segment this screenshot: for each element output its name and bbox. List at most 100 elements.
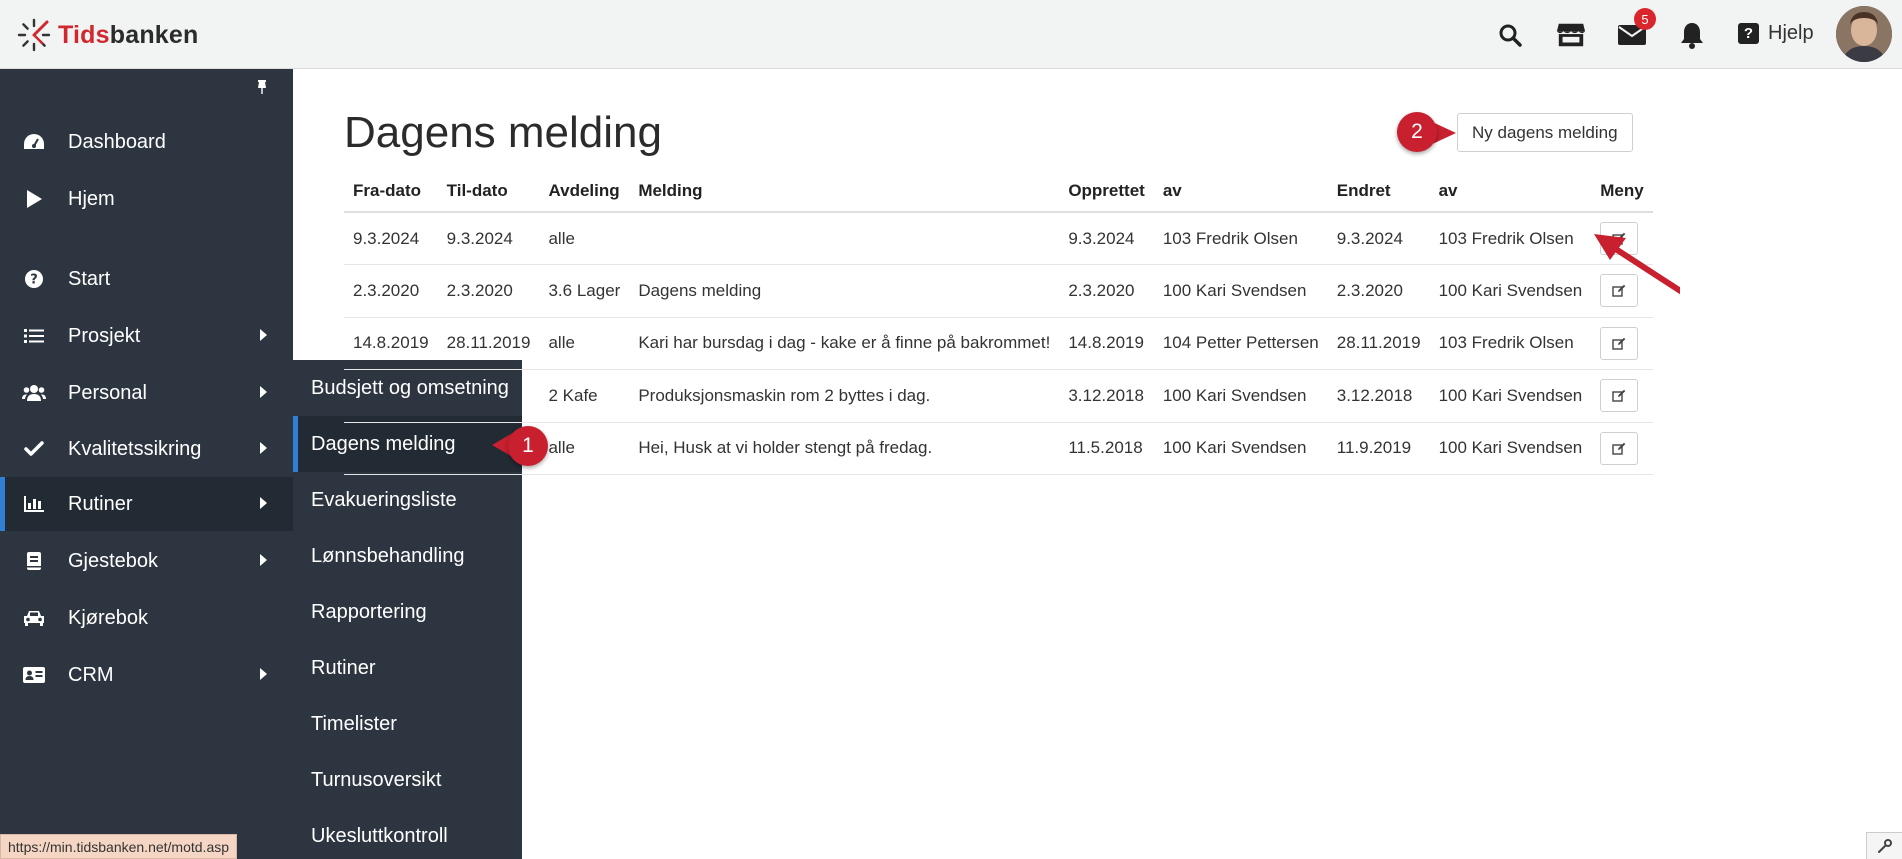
submenu-item-turnusoversikt[interactable]: Turnusoversikt xyxy=(293,752,522,808)
cell-melding: Hei, Husk at vi holder stengt på fredag. xyxy=(629,422,1060,475)
cell-meny xyxy=(1591,369,1653,423)
cell-fra-dato: 14.8.2019 xyxy=(344,317,438,370)
red-arrow-annotation xyxy=(1594,234,1680,295)
edit-icon xyxy=(1612,337,1626,350)
edit-button[interactable] xyxy=(1600,431,1639,465)
cell-endret: 11.9.2019 xyxy=(1327,422,1430,475)
new-message-button[interactable]: Ny dagens melding xyxy=(1457,113,1633,152)
cell-opprettet: 2.3.2020 xyxy=(1059,264,1154,318)
cell-avdeling: alle xyxy=(539,212,630,265)
sidebar-item-kjorebok[interactable]: Kjørebok xyxy=(0,591,293,645)
svg-text:?: ? xyxy=(30,273,38,288)
sidebar-item-crm[interactable]: CRM xyxy=(0,648,293,702)
cell-meny xyxy=(1591,317,1653,370)
store-icon[interactable] xyxy=(1556,20,1586,50)
cell-endret: 3.12.2018 xyxy=(1327,369,1430,423)
edit-icon xyxy=(1612,390,1626,402)
submenu-item-ukesluttkontroll[interactable]: Ukesluttkontroll xyxy=(293,808,522,859)
sidebar-item-rutiner[interactable]: Rutiner xyxy=(0,477,293,531)
chevron-right-icon xyxy=(260,442,267,454)
status-url: https://min.tidsbanken.net/motd.asp xyxy=(0,834,238,859)
column-header[interactable]: Til-dato xyxy=(437,170,540,213)
submenu-item-lonnsbehandling[interactable]: Lønnsbehandling xyxy=(293,528,522,584)
submenu-item-rapportering[interactable]: Rapportering xyxy=(293,584,522,640)
column-header[interactable]: av xyxy=(1429,170,1592,213)
column-header[interactable]: Opprettet xyxy=(1059,170,1154,213)
submenu-item-evakueringsliste[interactable]: Evakueringsliste xyxy=(293,472,522,528)
cell-til-dato: 28.11.2019 xyxy=(437,317,540,370)
cell-avdeling: alle xyxy=(539,317,630,370)
table-header-row: Fra-dato Til-dato Avdeling Melding Oppre… xyxy=(344,170,1653,213)
bell-icon[interactable] xyxy=(1677,20,1707,50)
column-header[interactable]: Melding xyxy=(629,170,1060,213)
cell-endret-av: 103 Fredrik Olsen xyxy=(1429,317,1592,370)
cell-opprettet: 9.3.2024 xyxy=(1059,212,1154,265)
edit-button[interactable] xyxy=(1600,326,1639,360)
sidebar-item-label: Prosjekt xyxy=(68,324,141,347)
column-header[interactable]: Fra-dato xyxy=(344,170,438,213)
help-label: Hjelp xyxy=(1768,22,1814,44)
submenu-item-timelister[interactable]: Timelister xyxy=(293,696,522,752)
bar-chart-icon xyxy=(22,496,46,512)
cell-fra-dato: 9.3.2024 xyxy=(344,212,438,265)
pin-icon[interactable] xyxy=(255,79,269,100)
users-icon xyxy=(22,384,46,402)
sidebar-item-hjem[interactable]: Hjem xyxy=(0,172,293,226)
callout-badge-1: 1 xyxy=(508,426,548,466)
sidebar-item-personal[interactable]: Personal xyxy=(0,366,293,420)
mail-icon[interactable]: 5 xyxy=(1617,8,1656,50)
sidebar-item-label: CRM xyxy=(68,663,114,686)
cell-til-dato: 9.3.2024 xyxy=(437,212,540,265)
dashboard-icon xyxy=(22,133,46,151)
chevron-right-icon xyxy=(260,329,267,341)
column-header: Meny xyxy=(1591,170,1653,213)
sidebar-item-gjestebok[interactable]: Gjestebok xyxy=(0,534,293,588)
sidebar-item-label: Rutiner xyxy=(68,492,133,515)
sidebar-item-dashboard[interactable]: Dashboard xyxy=(0,115,293,169)
sidebar-item-label: Hjem xyxy=(68,187,115,210)
cell-opprettet-av: 100 Kari Svendsen xyxy=(1153,422,1328,475)
question-circle-icon: ? xyxy=(22,269,46,289)
top-header: Tidsbanken 5 ? Hjelp xyxy=(0,0,1902,69)
id-card-icon xyxy=(22,667,46,683)
submenu-item-rutiner[interactable]: Rutiner xyxy=(293,640,522,696)
cell-endret-av: 103 Fredrik Olsen xyxy=(1429,212,1592,265)
cell-endret: 2.3.2020 xyxy=(1327,264,1430,318)
help-link[interactable]: ? Hjelp xyxy=(1738,22,1814,45)
table-row: 14.8.2019 28.11.2019 alle Kari har bursd… xyxy=(344,317,1653,370)
cell-avdeling: alle xyxy=(539,422,630,475)
sidebar-item-label: Kjørebok xyxy=(68,606,149,629)
sidebar-item-kvalitetssikring[interactable]: Kvalitetssikring xyxy=(0,422,293,476)
cell-opprettet: 3.12.2018 xyxy=(1059,369,1154,423)
column-header[interactable]: Avdeling xyxy=(539,170,630,213)
page-title: Dagens melding xyxy=(344,108,662,157)
sidebar-item-prosjekt[interactable]: Prosjekt xyxy=(0,309,293,363)
table-row: 2 Kafe Produksjonsmaskin rom 2 byttes i … xyxy=(344,369,1653,423)
tidsbanken-logo[interactable]: Tidsbanken xyxy=(16,17,198,53)
logo-mark-icon xyxy=(17,18,51,52)
column-header[interactable]: av xyxy=(1153,170,1328,213)
edit-button[interactable] xyxy=(1600,379,1639,413)
messages-badge: 5 xyxy=(1634,8,1656,30)
search-icon[interactable] xyxy=(1495,20,1525,50)
cell-fra-dato xyxy=(344,422,438,475)
cell-opprettet: 14.8.2019 xyxy=(1059,317,1154,370)
car-icon xyxy=(22,610,46,626)
cell-opprettet: 11.5.2018 xyxy=(1059,422,1154,475)
cell-endret-av: 100 Kari Svendsen xyxy=(1429,264,1592,318)
cell-endret-av: 100 Kari Svendsen xyxy=(1429,422,1592,475)
cell-opprettet-av: 104 Petter Pettersen xyxy=(1153,317,1328,370)
cell-opprettet-av: 100 Kari Svendsen xyxy=(1153,369,1328,423)
user-avatar[interactable] xyxy=(1836,6,1892,62)
table-row: 2.3.2020 2.3.2020 3.6 Lager Dagens meldi… xyxy=(344,264,1653,318)
edit-icon xyxy=(1612,442,1626,455)
sidebar-item-label: Gjestebok xyxy=(68,549,159,572)
sidebar-item-start[interactable]: ? Start xyxy=(0,252,293,306)
column-header[interactable]: Endret xyxy=(1327,170,1430,213)
wrench-icon[interactable] xyxy=(1866,832,1902,859)
cell-endret-av: 100 Kari Svendsen xyxy=(1429,369,1592,423)
sidebar-item-label: Dashboard xyxy=(68,130,166,153)
cell-endret: 9.3.2024 xyxy=(1327,212,1430,265)
brand-name: Tidsbanken xyxy=(58,20,199,49)
cell-meny xyxy=(1591,422,1653,475)
